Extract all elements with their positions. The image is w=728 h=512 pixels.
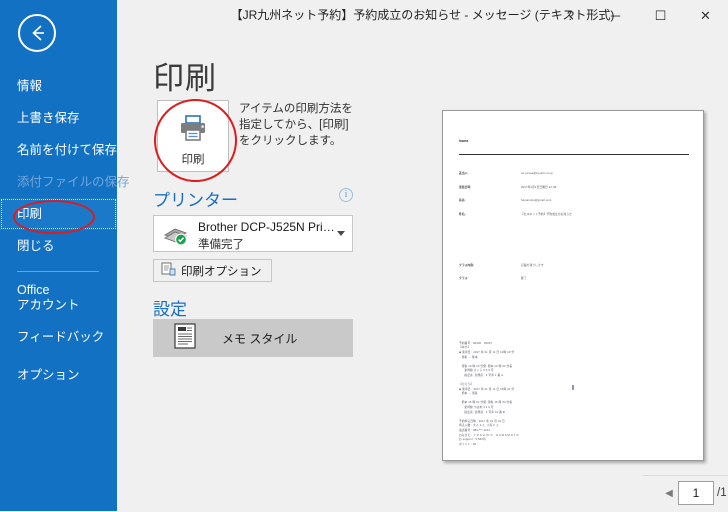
print-options-icon <box>161 262 176 279</box>
print-pane: 印刷 印刷 アイテムの印刷方法を指定してから、[印刷] をクリックします。 プリ… <box>117 31 728 511</box>
print-options-button[interactable]: 印刷オプション <box>153 259 272 282</box>
memo-style-icon <box>174 322 196 354</box>
back-button[interactable] <box>18 14 56 52</box>
sidebar-item-label: 閉じる <box>17 239 55 253</box>
field-value: 2017年1月1日日曜日 22:48 <box>521 185 557 189</box>
sidebar-item-label: フィードバック <box>17 330 105 344</box>
document-header: hama <box>459 139 469 144</box>
backstage-sidebar: 情報 上書き保存 名前を付けて保存 添付ファイルの保存 印刷 閉じる Offic… <box>0 0 130 511</box>
backstage-nav: 情報 上書き保存 名前を付けて保存 添付ファイルの保存 印刷 閉じる Offic… <box>0 70 130 391</box>
document-field: 差出人: ne.yoana@kyuuhn.co.jp <box>459 172 689 177</box>
sidebar-item-print[interactable]: 印刷 <box>0 198 117 230</box>
help-button[interactable]: ? <box>548 0 593 31</box>
print-description: アイテムの印刷方法を指定してから、[印刷] をクリックします。 <box>239 103 353 147</box>
sidebar-item-label: 名前を付けて保存 <box>17 143 118 157</box>
document-rule <box>459 153 689 155</box>
print-preview-area: hama 差出人: ne.yoana@kyuuhn.co.jp 送信日時: 20… <box>380 31 728 511</box>
printer-section-title: プリンター <box>153 191 238 210</box>
field-key: クラス: <box>459 277 469 281</box>
sidebar-item-info[interactable]: 情報 <box>0 70 117 102</box>
page-number-input[interactable] <box>678 481 714 505</box>
chevron-down-icon <box>337 231 345 236</box>
field-value: 確了 <box>521 277 527 281</box>
sidebar-item-label: 情報 <box>17 79 43 93</box>
preview-toolbar: ◀ /1 ▶ <box>643 475 728 512</box>
document-field: クラス: 確了 <box>459 277 689 282</box>
document-body: 予約番号 : 00000 00007 【ゆき】 ◆ 乗車日 : 2017 年 01 … <box>459 342 689 448</box>
print-options-label: 印刷オプション <box>181 265 262 278</box>
info-icon[interactable]: i <box>339 188 353 202</box>
field-key: クラス内容: <box>459 263 475 267</box>
printer-device-icon <box>162 224 190 251</box>
document-field: 送信日時: 2017年1月1日日曜日 22:48 <box>459 186 689 191</box>
memo-style-item[interactable]: メモ スタイル <box>153 319 353 357</box>
field-value: ne.yoana@kyuuhn.co.jp <box>521 171 554 175</box>
field-key: 送信日時: <box>459 185 472 189</box>
printer-select[interactable]: Brother DCP-J525N Pri… 準備完了 <box>153 215 353 252</box>
field-key: 件名: <box>459 213 466 217</box>
printer-status: 準備完了 <box>198 239 244 251</box>
field-value: 記載の通りします <box>521 263 544 267</box>
sidebar-item-label-line2: アカウント <box>17 298 80 312</box>
minimize-button[interactable]: ─ <box>593 0 638 31</box>
sidebar-item-feedback[interactable]: フィードバック <box>0 321 117 353</box>
sidebar-item-label: オプション <box>17 368 80 382</box>
print-button-label: 印刷 <box>181 154 205 166</box>
document-field: 件名: 【九州ネット予約】予約成立のお知らせ <box>459 213 689 218</box>
sidebar-item-close[interactable]: 閉じる <box>0 230 117 262</box>
field-value: hamamoto@gmail.com <box>521 199 552 203</box>
sidebar-item-save-as[interactable]: 名前を付けて保存 <box>0 134 117 166</box>
title-bar: 【JR九州ネット予約】予約成立のお知らせ - メッセージ (テキスト形式) ? … <box>117 0 728 31</box>
print-backstage-window: 情報 上書き保存 名前を付けて保存 添付ファイルの保存 印刷 閉じる Offic… <box>0 0 728 511</box>
window-controls: ? ─ ☐ ✕ <box>548 0 728 31</box>
document-content: hama 差出人: ne.yoana@kyuuhn.co.jp 送信日時: 20… <box>459 130 689 457</box>
field-value: 【九州ネット予約】予約成立のお知らせ <box>521 213 573 217</box>
document-body-line: ポイント : 50 <box>459 442 477 446</box>
printer-icon <box>158 114 228 147</box>
page-total-label: /1 <box>717 487 727 499</box>
sidebar-item-label: 印刷 <box>17 207 43 221</box>
field-key: 宛先: <box>459 199 466 203</box>
sidebar-item-options[interactable]: オプション <box>0 359 117 391</box>
sidebar-divider <box>17 271 99 272</box>
document-field: 宛先: hamamoto@gmail.com <box>459 199 689 204</box>
memo-style-label: メモ スタイル <box>222 331 298 346</box>
sidebar-item-label: 添付ファイルの保存 <box>17 175 130 189</box>
document-field: クラス内容: 記載の通りします <box>459 264 689 269</box>
sidebar-item-office-account[interactable]: Office アカウント <box>0 281 117 315</box>
printer-name: Brother DCP-J525N Pri… <box>198 220 335 234</box>
field-key: 差出人: <box>459 171 469 175</box>
maximize-button[interactable]: ☐ <box>638 0 683 31</box>
sidebar-item-save-attachments: 添付ファイルの保存 <box>0 166 130 198</box>
sidebar-item-save[interactable]: 上書き保存 <box>0 102 117 134</box>
previous-page-button[interactable]: ◀ <box>663 487 675 501</box>
settings-section-title: 設定 <box>153 300 187 319</box>
preview-page[interactable]: hama 差出人: ne.yoana@kyuuhn.co.jp 送信日時: 20… <box>442 110 704 461</box>
print-button[interactable]: 印刷 <box>157 100 229 172</box>
sidebar-item-label: 上書き保存 <box>17 111 80 125</box>
text-cursor <box>572 385 574 390</box>
close-button[interactable]: ✕ <box>683 0 728 31</box>
page-title: 印刷 <box>153 61 217 96</box>
sidebar-item-label-line1: Office <box>17 283 50 297</box>
back-arrow-icon <box>32 25 44 41</box>
